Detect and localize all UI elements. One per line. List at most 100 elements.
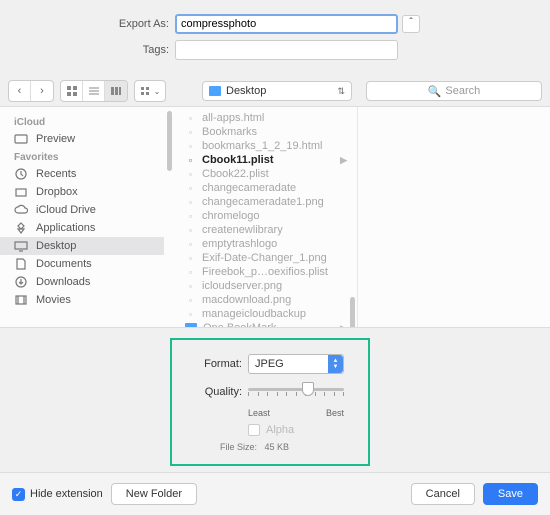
file-name: icloudserver.png [202, 280, 282, 292]
sidebar-item-applications[interactable]: Applications [0, 219, 164, 237]
forward-button[interactable]: › [31, 81, 53, 101]
file-icon: ▫ [185, 225, 196, 236]
format-select[interactable]: JPEG ▲▼ [248, 354, 344, 374]
sidebar-icon [14, 240, 28, 252]
collapse-button[interactable]: ˆ [402, 15, 420, 33]
alpha-label: Alpha [266, 424, 294, 436]
file-row[interactable]: ▫chromelogo [171, 209, 357, 223]
file-row[interactable]: ▫Cbook11.plist▶ [171, 153, 357, 167]
file-row[interactable]: ▫manageicloudbackup [171, 307, 357, 321]
file-row[interactable]: ▫Exif-Date-Changer_1.png [171, 251, 357, 265]
sidebar-item-recents[interactable]: Recents [0, 165, 164, 183]
sidebar-item-label: Applications [36, 222, 95, 234]
file-icon: ▫ [185, 113, 196, 124]
tags-label: Tags: [0, 44, 175, 56]
scrollbar[interactable] [167, 111, 172, 171]
new-folder-button[interactable]: New Folder [111, 483, 197, 505]
tags-input[interactable] [175, 40, 398, 60]
sidebar-icon [14, 186, 28, 198]
folder-icon [185, 323, 197, 327]
file-icon: ▫ [185, 127, 196, 138]
sidebar-item-downloads[interactable]: Downloads [0, 273, 164, 291]
file-name: emptytrashlogo [202, 238, 277, 250]
file-name: changecameradate [202, 182, 296, 194]
quality-best-label: Best [326, 408, 344, 418]
sidebar-item-documents[interactable]: Documents [0, 255, 164, 273]
file-name: One BookMark [203, 322, 276, 327]
file-row[interactable]: ▫macdownload.png [171, 293, 357, 307]
scrollbar[interactable] [350, 297, 355, 327]
sidebar-item-label: Recents [36, 168, 76, 180]
view-list-button[interactable] [83, 81, 105, 101]
sidebar-heading-icloud: iCloud [0, 113, 164, 130]
sidebar-icon [14, 258, 28, 270]
export-as-label: Export As: [0, 18, 175, 30]
format-value: JPEG [255, 358, 284, 370]
file-row[interactable]: ▫changecameradate1.png [171, 195, 357, 209]
back-button[interactable]: ‹ [9, 81, 31, 101]
sidebar-icon [14, 168, 28, 180]
toolbar: ‹ › ⌄ Desktop ⇅ 🔍 Search [0, 76, 550, 106]
save-button[interactable]: Save [483, 483, 538, 505]
alpha-checkbox [248, 424, 260, 436]
group-by-button[interactable]: ⌄ [134, 80, 166, 102]
search-icon: 🔍 [428, 85, 442, 98]
file-browser: iCloud Preview Favorites RecentsDropboxi… [0, 106, 550, 328]
file-row[interactable]: ▫createnewlibrary [171, 223, 357, 237]
file-icon: ▫ [185, 183, 196, 194]
location-popup[interactable]: Desktop ⇅ [202, 81, 352, 101]
slider-thumb[interactable] [302, 382, 314, 396]
format-label: Format: [196, 358, 248, 370]
sidebar-item-preview[interactable]: Preview [0, 130, 164, 148]
sidebar: iCloud Preview Favorites Recents Dropboxi… [0, 107, 165, 327]
sidebar-item-label: Desktop [36, 240, 76, 252]
sidebar-item-icloud-drive[interactable]: iCloud Drive [0, 201, 164, 219]
stepper-icon: ▲▼ [328, 355, 343, 373]
sidebar-item-label: Documents [36, 258, 92, 270]
sidebar-item-label: Downloads [36, 276, 90, 288]
file-column-2[interactable] [357, 107, 550, 327]
file-row[interactable]: ▫ changecameradate [171, 181, 357, 195]
file-row[interactable]: ▫icloudserver.png [171, 279, 357, 293]
file-icon: ▫ [185, 309, 196, 320]
filesize-label: File Size: [220, 442, 257, 452]
cancel-button[interactable]: Cancel [411, 483, 475, 505]
sidebar-icon [14, 133, 28, 145]
quality-slider[interactable] [248, 382, 344, 402]
file-row[interactable]: ▫bookmarks_1_2_19.html [171, 139, 357, 153]
file-row[interactable]: ▫Fireebok_p…oexifios.plist [171, 265, 357, 279]
file-name: Exif-Date-Changer_1.png [202, 252, 327, 264]
folder-icon [209, 86, 221, 96]
file-row[interactable]: ▫ Bookmarks [171, 125, 357, 139]
sidebar-icon [14, 276, 28, 288]
top-fields: Export As: ˆ Tags: [0, 0, 550, 76]
file-row[interactable]: ▫Cbook22.plist [171, 167, 357, 181]
sidebar-heading-favorites: Favorites [0, 148, 164, 165]
sidebar-item-dropbox[interactable]: Dropbox [0, 183, 164, 201]
view-icon-button[interactable] [61, 81, 83, 101]
export-as-input[interactable] [175, 14, 398, 34]
file-columns: ▫all-apps.html▫Bookmarks▫bookmarks_1_2_1… [165, 107, 550, 327]
file-icon: ▫ [185, 169, 196, 180]
search-placeholder: Search [445, 85, 480, 97]
sidebar-item-desktop[interactable]: Desktop [0, 237, 164, 255]
sidebar-item-movies[interactable]: Movies [0, 291, 164, 309]
format-options: Format: JPEG ▲▼ Quality: Least Best Alph… [170, 338, 370, 466]
filesize-value: 45 KB [265, 442, 290, 452]
view-mode-group [60, 80, 128, 102]
sidebar-icon [14, 204, 28, 216]
location-label: Desktop [226, 85, 266, 97]
file-icon: ▫ [185, 295, 196, 306]
chevron-right-icon: ▶ [340, 323, 347, 328]
bottom-bar: ✓ Hide extension New Folder Cancel Save [0, 472, 550, 515]
file-row[interactable]: ▫all-apps.html [171, 111, 357, 125]
file-name: Bookmarks [202, 126, 257, 138]
file-icon: ▫ [185, 197, 196, 208]
file-row[interactable]: One BookMark ▶ [171, 321, 357, 327]
file-row[interactable]: ▫emptytrashlogo [171, 237, 357, 251]
chevron-right-icon: ▶ [340, 155, 347, 166]
search-input[interactable]: 🔍 Search [366, 81, 542, 101]
hide-extension-checkbox[interactable]: ✓ Hide extension [12, 488, 103, 501]
file-column-1[interactable]: ▫all-apps.html▫Bookmarks▫bookmarks_1_2_1… [165, 107, 357, 327]
view-columns-button[interactable] [105, 81, 127, 101]
